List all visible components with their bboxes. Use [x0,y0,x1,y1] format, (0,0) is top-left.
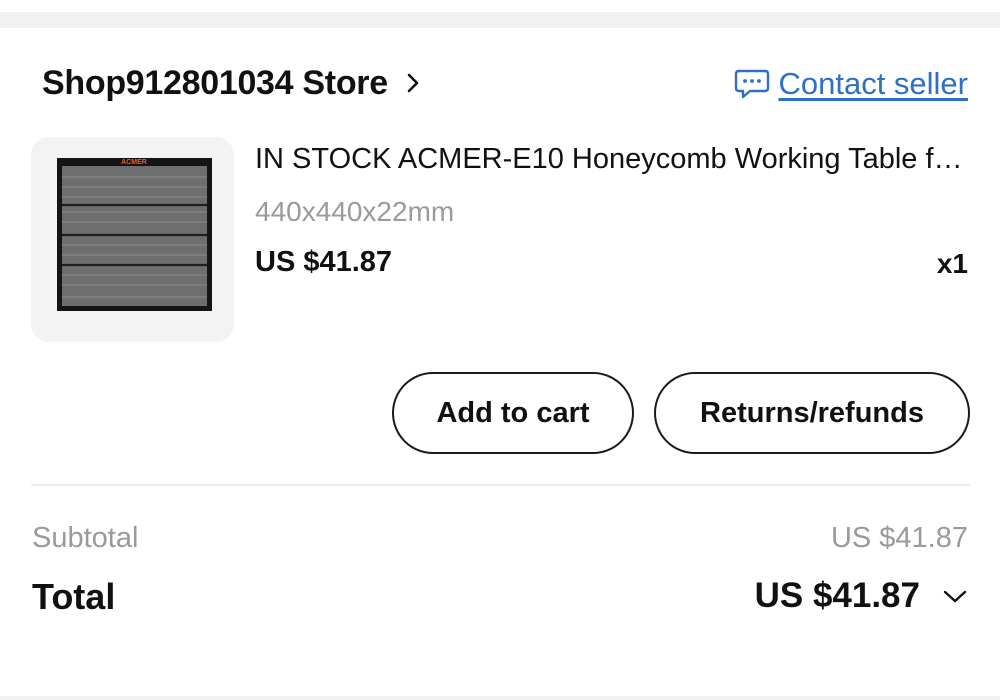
product-image[interactable]: ACMER [31,137,234,342]
chevron-down-icon [942,586,968,606]
store-link[interactable]: Shop912801034 Store [42,60,424,106]
bottom-edge [0,696,1000,700]
product-quantity: x1 [936,248,968,279]
section-separator [0,12,1000,28]
total-expand-toggle[interactable]: US $41.87 [755,576,968,616]
subtotal-value: US $41.87 [830,522,968,554]
order-store-card: Shop912801034 Store Contact seller ACMER… [0,0,1000,700]
chevron-right-icon [406,72,424,94]
product-image-brand: ACMER [121,159,147,166]
top-spacer [0,0,1000,12]
subtotal-label: Subtotal [32,522,139,554]
total-label: Total [32,576,116,617]
contact-seller-link[interactable]: Contact seller [734,64,968,104]
add-to-cart-button[interactable]: Add to cart [392,372,634,454]
total-value: US $41.87 [754,576,920,615]
divider [31,484,970,486]
store-name: Shop912801034 Store [42,63,388,102]
returns-refunds-button[interactable]: Returns/refunds [654,372,970,454]
product-price: US $41.87 [255,246,393,278]
product-variant: 440x440x22mm [255,196,455,227]
contact-seller-label: Contact seller [778,66,968,101]
chat-bubble-icon [734,68,770,100]
product-title[interactable]: IN STOCK ACMER-E10 Honeycomb Working Tab… [255,143,970,176]
